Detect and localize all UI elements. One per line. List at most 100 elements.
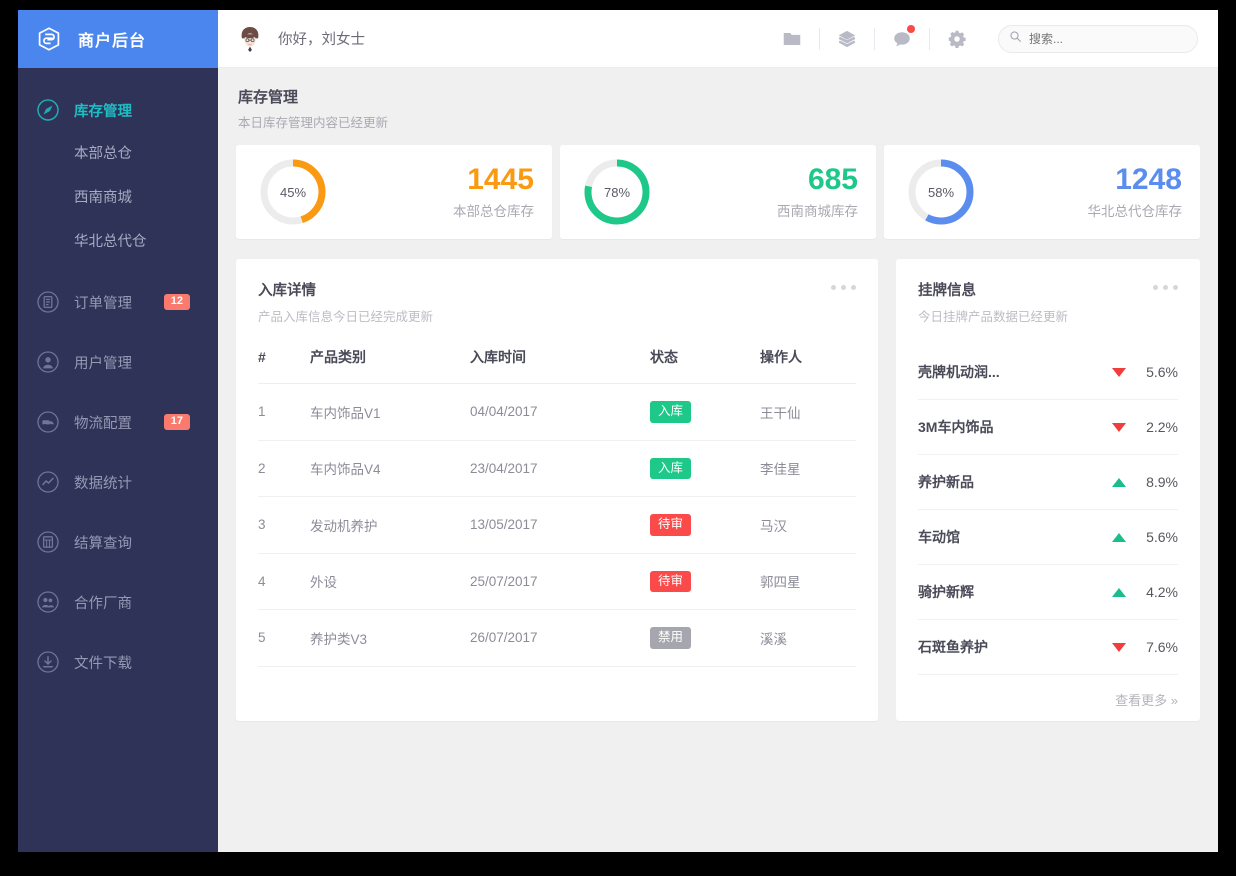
cell-index: 5 — [258, 609, 310, 667]
kebab-menu-icon[interactable] — [1153, 279, 1178, 290]
page-header: 库存管理 本日库存管理内容已经更新 — [238, 86, 1200, 131]
page-subtitle: 本日库存管理内容已经更新 — [238, 116, 389, 130]
listing-list: 壳牌机动润... 5.6% 3M车内饰品 2.2% 养护新品 8.9% 车动馆 … — [918, 345, 1178, 723]
table-row[interactable]: 2 车内饰品V4 23/04/2017 入库 李佳星 — [258, 439, 856, 497]
donut-chart-hq: 45% — [258, 157, 328, 227]
search-box[interactable] — [998, 24, 1198, 53]
status-badge: 入库 — [650, 457, 692, 479]
list-item[interactable]: 养护新品 8.9% — [918, 455, 1178, 510]
column-header-time: 入库时间 — [470, 349, 526, 365]
chat-bubble-icon[interactable] — [875, 23, 929, 55]
cell-operator: 王干仙 — [760, 383, 856, 440]
layers-icon[interactable] — [820, 23, 874, 55]
cell-category: 车内饰品V1 — [310, 383, 470, 440]
table-row[interactable]: 3 发动机养护 13/05/2017 待审 马汉 — [258, 496, 856, 553]
sidebar-item-label: 物流配置 — [74, 415, 132, 432]
column-header-status: 状态 — [650, 349, 678, 365]
avatar[interactable] — [234, 22, 266, 55]
kebab-menu-icon[interactable] — [831, 279, 856, 290]
list-item[interactable]: 壳牌机动润... 5.6% — [918, 345, 1178, 400]
users-icon — [36, 590, 60, 614]
cell-index: 4 — [258, 552, 310, 610]
donut-percent-label: 78% — [603, 184, 631, 200]
sidebar-item-logistics[interactable]: 物流配置 17 — [18, 402, 218, 442]
stat-card-north[interactable]: 58% 1248 华北总代仓库存 — [884, 145, 1200, 239]
download-icon — [36, 650, 60, 674]
sidebar-item-statistics[interactable]: 数据统计 — [18, 462, 218, 502]
panel-title: 入库详情 — [258, 283, 316, 299]
brand-title: 商户后台 — [78, 33, 147, 50]
sidebar-badge-orders: 12 — [163, 294, 190, 310]
table-row[interactable]: 1 车内饰品V1 04/04/2017 入库 王干仙 — [258, 383, 856, 440]
stat-cards: 45% 1445 本部总仓库存 78% 685 西南商城库存 58% 1248 … — [236, 145, 1200, 239]
sidebar-badge-logistics: 17 — [163, 414, 190, 430]
donut-percent-label: 45% — [279, 184, 307, 200]
cell-time: 26/07/2017 — [470, 609, 650, 667]
donut-chart-north: 58% — [906, 157, 976, 227]
listing-percent: 5.6% — [1146, 364, 1178, 380]
listing-name: 车动馆 — [918, 529, 960, 545]
table-row[interactable]: 4 外设 25/07/2017 待审 郭四星 — [258, 552, 856, 610]
compass-icon — [36, 98, 60, 122]
arrow-up-icon — [1112, 532, 1126, 542]
sidebar-item-partners[interactable]: 合作厂商 — [18, 582, 218, 622]
sidebar-item-inventory[interactable]: 库存管理 — [18, 90, 218, 130]
topbar-icons — [765, 23, 984, 55]
sidebar-item-users[interactable]: 用户管理 — [18, 342, 218, 382]
gear-icon[interactable] — [930, 23, 984, 55]
cell-category: 外设 — [310, 552, 470, 610]
listing-change: 2.2% — [1112, 419, 1178, 435]
cell-index: 3 — [258, 496, 310, 553]
stat-text-north: 1248 华北总代仓库存 — [1088, 164, 1183, 220]
inbound-table-head: # 产品类别 入库时间 状态 操作人 — [258, 347, 856, 384]
listing-name: 3M车内饰品 — [918, 419, 994, 435]
panel-title: 挂牌信息 — [918, 283, 976, 299]
brand-header[interactable]: 商户后台 — [18, 10, 218, 68]
cell-status: 入库 — [650, 383, 760, 440]
status-badge: 待审 — [650, 514, 692, 536]
stat-value: 1248 — [1115, 163, 1182, 197]
stat-card-hq[interactable]: 45% 1445 本部总仓库存 — [236, 145, 552, 239]
listing-percent: 2.2% — [1146, 419, 1178, 435]
listing-change: 8.9% — [1112, 474, 1178, 490]
list-item[interactable]: 3M车内饰品 2.2% — [918, 400, 1178, 455]
main-area: 你好，刘女士 搜索... 库存管理 本日库存管理内容已经更新 45% 1445 … — [218, 10, 1218, 852]
view-more-link[interactable]: 查看更多 » — [1115, 690, 1178, 709]
sidebar-item-downloads[interactable]: 文件下载 — [18, 642, 218, 682]
listing-name: 壳牌机动润... — [918, 364, 1000, 380]
list-item[interactable]: 骑护新辉 4.2% — [918, 565, 1178, 620]
cell-operator: 溪溪 — [760, 609, 856, 667]
search-input[interactable] — [1029, 31, 1187, 46]
listing-panel: 挂牌信息 今日挂牌产品数据已经更新 壳牌机动润... 5.6% 3M车内饰品 2… — [896, 259, 1200, 721]
list-item[interactable]: 车动馆 5.6% — [918, 510, 1178, 565]
cell-time: 23/04/2017 — [470, 439, 650, 497]
sidebar-item-label: 订单管理 — [74, 295, 132, 312]
sidebar-item-label: 库存管理 — [74, 103, 132, 120]
sidebar-item-orders[interactable]: 订单管理 12 — [18, 282, 218, 322]
listing-change: 5.6% — [1112, 529, 1178, 545]
cell-status: 入库 — [650, 439, 760, 497]
sidebar-item-label: 西南商城 — [74, 189, 132, 206]
arrow-down-icon — [1112, 422, 1126, 432]
notification-dot — [907, 24, 915, 33]
status-badge: 入库 — [650, 401, 692, 423]
sidebar-item-label: 本部总仓 — [74, 145, 132, 162]
table-row[interactable]: 5 养护类V3 26/07/2017 禁用 溪溪 — [258, 609, 856, 667]
sidebar-item-southwest-mall[interactable]: 西南商城 — [18, 174, 218, 218]
truck-icon — [36, 410, 60, 434]
list-item[interactable]: 石斑鱼养护 7.6% — [918, 620, 1178, 675]
folder-icon[interactable] — [765, 23, 819, 55]
column-header-operator: 操作人 — [760, 349, 802, 365]
view-more-row: 查看更多 » — [918, 675, 1178, 723]
donut-percent-label: 58% — [927, 184, 955, 200]
stat-card-southwest[interactable]: 78% 685 西南商城库存 — [560, 145, 876, 239]
column-header-index: # — [258, 349, 266, 365]
greeting-text: 你好，刘女士 — [278, 32, 365, 48]
stat-label: 本部总仓库存 — [453, 203, 534, 219]
table-header-row: # 产品类别 入库时间 状态 操作人 — [258, 347, 856, 384]
cell-time: 13/05/2017 — [470, 496, 650, 553]
sidebar-item-settlement[interactable]: 结算查询 — [18, 522, 218, 562]
sidebar-item-label: 结算查询 — [74, 535, 132, 552]
sidebar-item-hq-warehouse[interactable]: 本部总仓 — [18, 130, 218, 174]
sidebar-item-north-agency-warehouse[interactable]: 华北总代仓 — [18, 218, 218, 262]
